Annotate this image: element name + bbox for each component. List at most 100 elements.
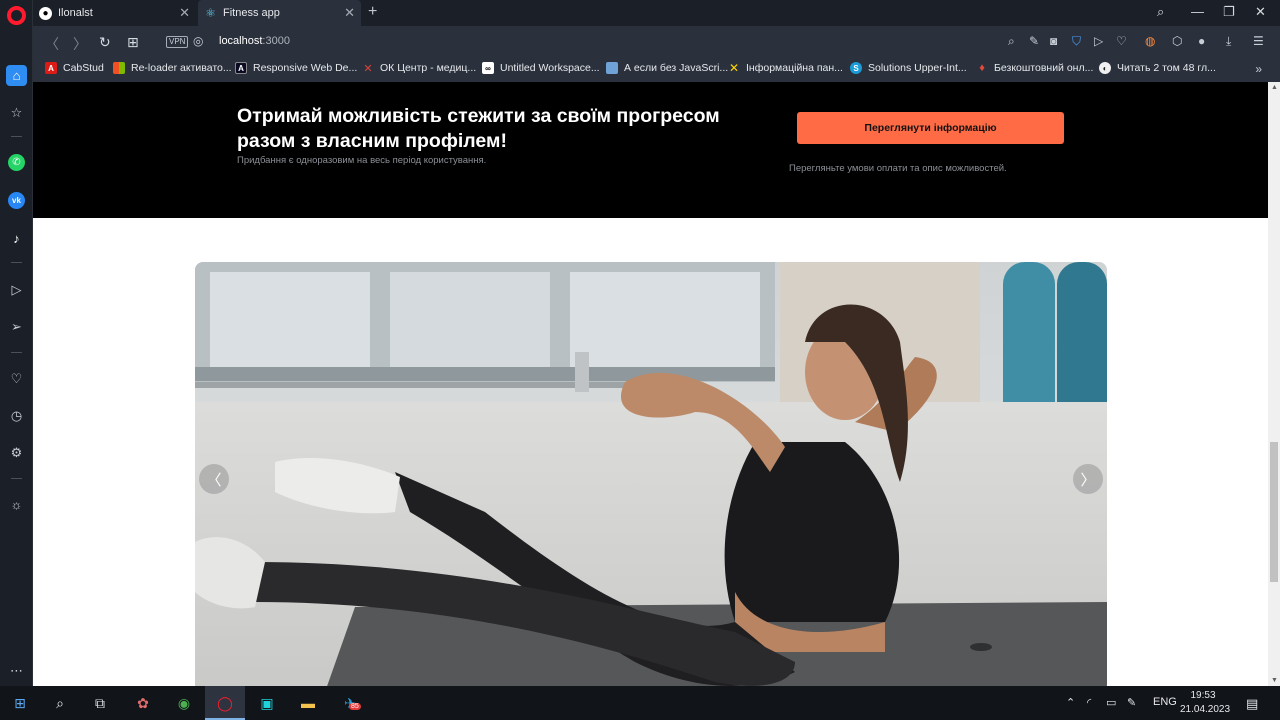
tab-fitness-app[interactable]: ⚛ Fitness app ✕ <box>198 0 361 26</box>
rail-divider <box>11 478 22 479</box>
moon-icon: ◐ <box>1099 62 1111 74</box>
wifi-icon[interactable]: ◜ <box>1087 696 1091 709</box>
chrome-icon[interactable]: ◉ <box>174 693 194 713</box>
search-icon[interactable]: ⌕ <box>1008 34 1015 49</box>
reload-icon[interactable]: ↻ <box>99 34 111 51</box>
bookmarks-overflow-chevron-icon[interactable]: » <box>1255 62 1262 76</box>
bookmark-item[interactable]: A CabStud <box>45 62 104 74</box>
windows-start-icon[interactable]: ⊞ <box>10 693 30 713</box>
slider-next-button[interactable]: 〉 <box>1073 464 1103 494</box>
more-dots-icon[interactable]: ⋯ <box>6 660 27 681</box>
rail-divider <box>11 262 22 263</box>
shield-icon[interactable]: ⛉ <box>1072 34 1081 49</box>
minimize-icon[interactable]: — <box>1191 4 1204 19</box>
forward-icon[interactable]: 〉 <box>73 34 87 54</box>
opera-sidebar: ⌂ ☆ ✆ vk ♪ ▷ ➢ ♡ ◷ ⚙ ☼ ⋯ <box>0 0 33 686</box>
home-icon[interactable]: ⌂ <box>6 65 27 86</box>
bookmark-item[interactable]: A Responsive Web De... <box>235 62 357 74</box>
view-info-button[interactable]: Переглянути інформацію <box>797 112 1064 144</box>
address-bar: 〈 〉 ↻ ⊞ VPN ◎ localhost:3000 ⌕ ✎ ◙ ⛉ ▷ ♡… <box>33 26 1280 58</box>
system-clock[interactable]: 19:53 21.04.2023 <box>1180 689 1231 717</box>
windows-taskbar: ⊞ ⌕ ⧉ ✿ ◉ ◯ ▣ ▬ ✈ 85 ⌃ ◜ ▭ ✎ ENG 19:53 2… <box>0 686 1280 720</box>
workspace-icon: ∞ <box>482 62 494 74</box>
angular-icon: A <box>45 62 57 74</box>
bookmark-item[interactable]: ✕ ОК Центр - медиц... <box>362 62 477 75</box>
opera-ai-icon[interactable]: ◍ <box>1145 34 1155 48</box>
file-explorer-icon[interactable]: ▬ <box>298 693 318 713</box>
ok-center-icon: ✕ <box>363 62 373 75</box>
tabs-grid-icon[interactable]: ⊞ <box>127 34 139 51</box>
send-page-icon[interactable]: ▷ <box>1094 34 1103 48</box>
github-icon: ● <box>39 6 52 20</box>
site-info-globe-icon[interactable]: ◎ <box>193 34 203 48</box>
slider-prev-button[interactable]: 〈 <box>199 464 229 494</box>
bookmark-label: Untitled Workspace... <box>500 62 600 74</box>
send-icon[interactable]: ➢ <box>6 316 27 337</box>
whatsapp-icon[interactable]: ✆ <box>8 154 25 171</box>
player-icon[interactable]: ▷ <box>6 279 27 300</box>
clock-date: 21.04.2023 <box>1180 704 1231 715</box>
url-host: localhost <box>219 35 263 47</box>
tab-strip: ● Ilonalst ✕ ⚛ Fitness app ✕ + ⌕ — ❐ ✕ <box>33 0 1280 26</box>
webstorm-icon[interactable]: ▣ <box>257 693 277 713</box>
telegram-unread-badge: 85 <box>349 703 361 710</box>
easy-setup-icon[interactable]: ☰ <box>1253 34 1264 48</box>
close-window-icon[interactable]: ✕ <box>1255 4 1266 20</box>
solutions-icon: S <box>850 62 862 74</box>
battery-icon[interactable]: ▭ <box>1106 696 1116 709</box>
bookmark-item[interactable]: Re-loader активато... <box>113 62 232 74</box>
bookmarks-star-icon[interactable]: ☆ <box>6 102 27 123</box>
clock-time: 19:53 <box>1190 690 1216 701</box>
bookmark-item[interactable]: А если без JavaScri... <box>606 62 728 74</box>
download-icon[interactable]: ⤓ <box>1226 34 1231 49</box>
promo-title: Отримай можливість стежити за своїм прог… <box>237 105 720 152</box>
extensions-cube-icon[interactable]: ⬡ <box>1172 34 1182 48</box>
edit-icon[interactable]: ✎ <box>1029 34 1039 48</box>
bookmark-label: CabStud <box>63 62 104 74</box>
vk-icon[interactable]: vk <box>8 192 25 209</box>
search-tabs-icon[interactable]: ⌕ <box>1157 4 1164 20</box>
new-tab-plus-icon[interactable]: + <box>368 3 377 21</box>
tiktok-icon[interactable]: ♪ <box>6 228 27 249</box>
tray-overflow-chevron-icon[interactable]: ⌃ <box>1066 696 1075 709</box>
page-scrollbar[interactable]: ▲ ▼ <box>1268 82 1280 686</box>
search-icon[interactable]: ⌕ <box>50 693 70 713</box>
bookmark-item[interactable]: ✕ Інформаційна пан... <box>728 61 843 75</box>
bookmark-item[interactable]: S Solutions Upper-Int... <box>850 62 967 74</box>
bookmarks-bar: A CabStud Re-loader активато... A Respon… <box>33 58 1280 82</box>
language-indicator[interactable]: ENG <box>1153 696 1177 708</box>
bookmark-item[interactable]: ◐ Читать 2 том 48 гл... <box>1099 62 1216 74</box>
restore-icon[interactable]: ❐ <box>1223 4 1235 20</box>
profile-avatar-icon[interactable]: ● <box>1198 34 1205 48</box>
tab-title: Fitness app <box>223 7 280 19</box>
back-icon[interactable]: 〈 <box>45 34 59 54</box>
close-tab-icon[interactable]: ✕ <box>344 5 355 21</box>
task-view-icon[interactable]: ⧉ <box>90 693 110 713</box>
scroll-down-arrow-icon[interactable]: ▼ <box>1271 677 1278 684</box>
vpn-badge[interactable]: VPN <box>166 36 189 48</box>
camera-icon[interactable]: ◙ <box>1050 34 1057 48</box>
settings-gear-icon[interactable]: ⚙ <box>6 442 27 463</box>
paint-app-icon[interactable]: ✿ <box>133 693 153 713</box>
rail-divider <box>11 352 22 353</box>
heart-icon[interactable]: ♡ <box>6 368 27 389</box>
bookmark-item[interactable]: ∞ Untitled Workspace... <box>482 62 600 74</box>
scroll-up-arrow-icon[interactable]: ▲ <box>1271 84 1278 91</box>
history-clock-icon[interactable]: ◷ <box>6 405 27 426</box>
react-icon: ⚛ <box>205 6 216 20</box>
bookmark-label: ОК Центр - медиц... <box>380 62 477 74</box>
notifications-icon[interactable]: ▤ <box>1246 696 1258 712</box>
close-tab-icon[interactable]: ✕ <box>179 5 190 21</box>
tab-github[interactable]: ● Ilonalst ✕ <box>33 0 196 26</box>
bookmark-item[interactable]: ♦ Безкоштовний онл... <box>976 62 1093 74</box>
heart-bookmark-icon[interactable]: ♡ <box>1116 34 1127 48</box>
fitness-woman-crunches-photo <box>195 262 1107 686</box>
bookmark-label: А если без JavaScri... <box>624 62 729 74</box>
opera-icon[interactable]: ◯ <box>215 693 235 713</box>
url-field[interactable]: localhost:3000 <box>219 35 290 47</box>
rail-divider <box>11 136 22 137</box>
lightbulb-icon[interactable]: ☼ <box>6 494 27 515</box>
pen-icon[interactable]: ✎ <box>1127 696 1136 709</box>
opera-logo-icon[interactable] <box>7 6 26 25</box>
scrollbar-thumb[interactable] <box>1270 442 1278 582</box>
